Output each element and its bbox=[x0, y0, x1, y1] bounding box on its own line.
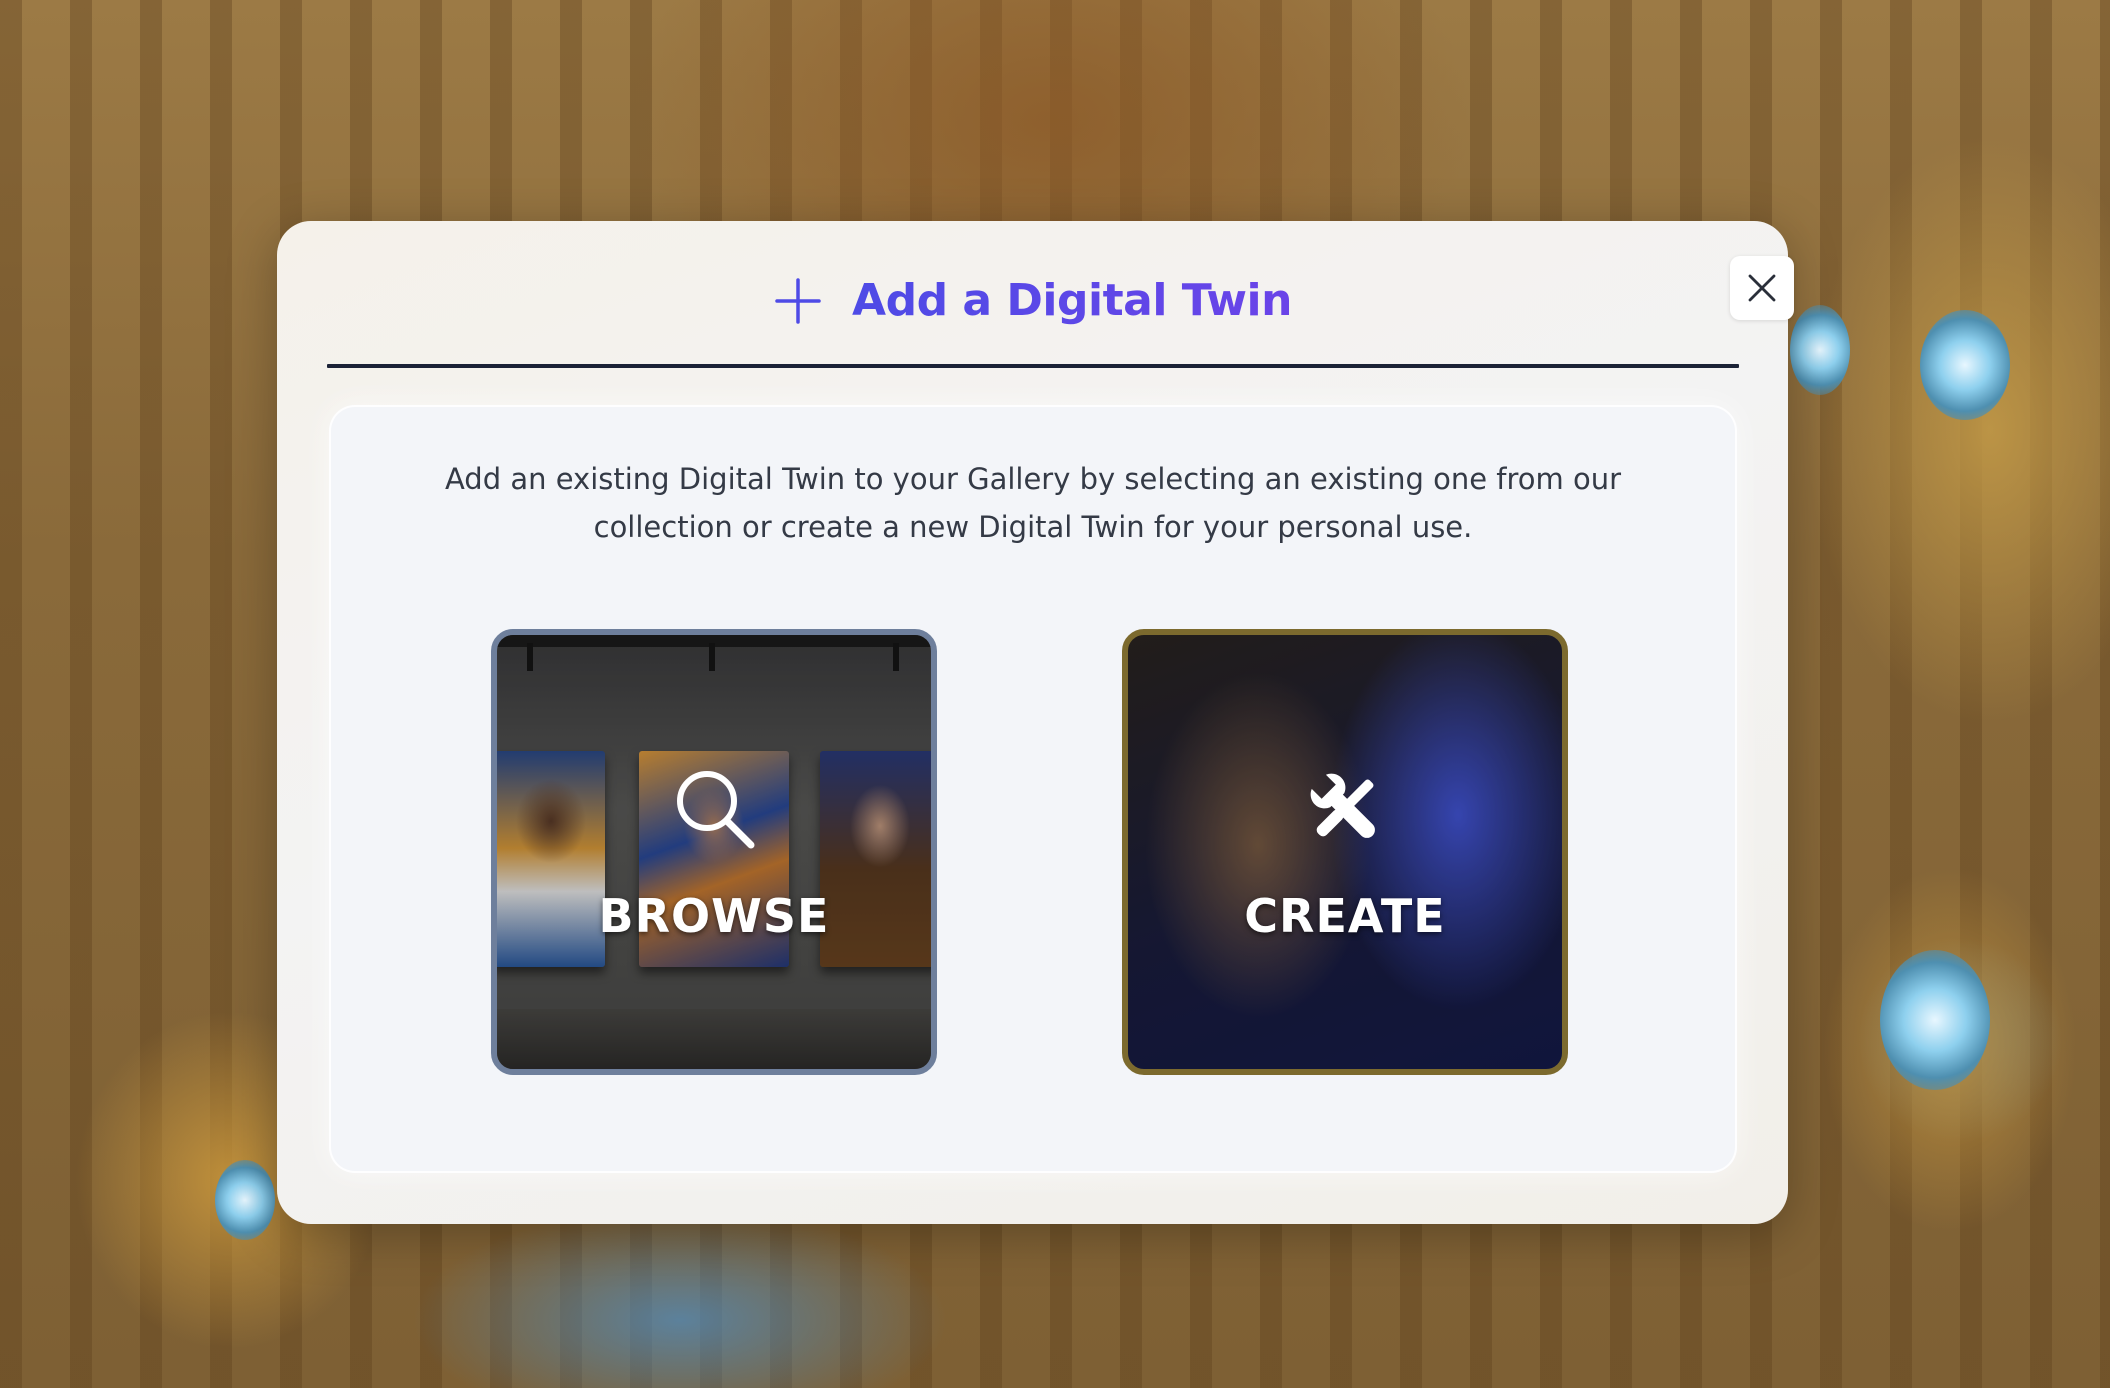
options-panel: Add an existing Digital Twin to your Gal… bbox=[329, 405, 1737, 1173]
dialog-title: Add a Digital Twin bbox=[852, 275, 1292, 326]
robot-eye-decoration bbox=[215, 1160, 275, 1240]
robot-eye-decoration bbox=[1920, 310, 2010, 420]
add-digital-twin-dialog: Add a Digital Twin Add an existing Digit… bbox=[277, 221, 1794, 1224]
magnifier-icon bbox=[677, 771, 755, 849]
robot-eye-decoration bbox=[1880, 950, 1990, 1090]
close-button[interactable] bbox=[1730, 256, 1794, 320]
plus-icon bbox=[775, 277, 821, 324]
header-divider bbox=[327, 364, 1739, 368]
tile-overlay bbox=[1128, 635, 1562, 1069]
dialog-description: Add an existing Digital Twin to your Gal… bbox=[444, 462, 1622, 544]
dialog-header: Add a Digital Twin bbox=[327, 221, 1794, 368]
dialog-title-group: Add a Digital Twin bbox=[327, 275, 1739, 326]
tile-overlay bbox=[497, 635, 931, 1069]
robot-eye-decoration bbox=[1790, 305, 1850, 395]
browse-label: BROWSE bbox=[598, 889, 830, 943]
wrench-screwdriver-icon bbox=[1310, 773, 1375, 838]
create-option-card[interactable]: CREATE bbox=[1122, 629, 1568, 1075]
create-label: CREATE bbox=[1244, 889, 1446, 943]
close-icon bbox=[1748, 274, 1776, 302]
browse-option-card[interactable]: BROWSE bbox=[491, 629, 937, 1075]
